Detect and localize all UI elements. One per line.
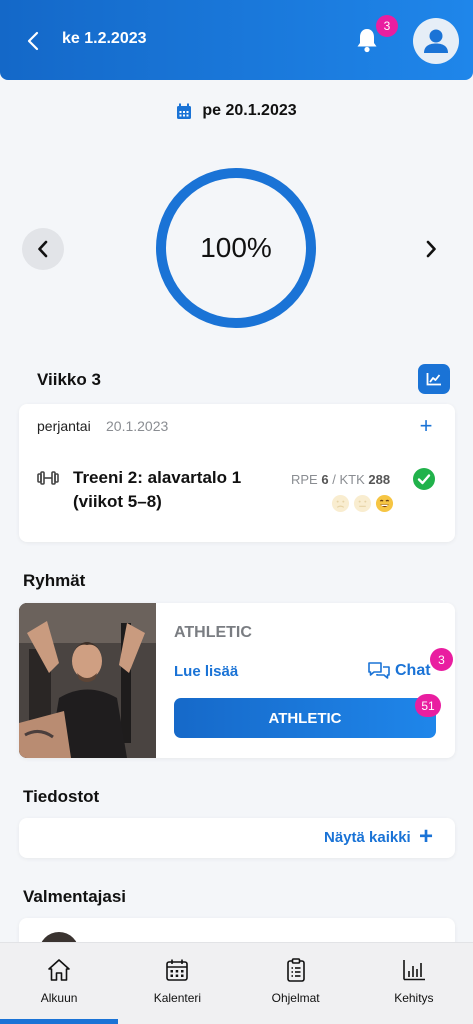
ktk-label: KTK bbox=[339, 472, 365, 487]
next-day-button[interactable] bbox=[410, 228, 452, 270]
previous-day-button[interactable] bbox=[22, 228, 64, 270]
files-card: Näytä kaikki + bbox=[19, 818, 455, 858]
mood-rating[interactable] bbox=[331, 494, 394, 513]
bar-chart-icon bbox=[403, 960, 425, 981]
header-date[interactable]: ke 1.2.2023 bbox=[62, 30, 147, 48]
line-chart-icon bbox=[426, 373, 441, 386]
rpe-label: RPE bbox=[291, 472, 318, 487]
chevron-left-icon bbox=[27, 31, 39, 51]
back-button[interactable] bbox=[22, 28, 44, 54]
group-name: ATHLETIC bbox=[174, 624, 252, 641]
nav-label-programs: Ohjelmat bbox=[271, 991, 320, 1005]
progress-percent: 100% bbox=[200, 232, 272, 263]
home-icon bbox=[48, 959, 70, 981]
selected-date-label: pe 20.1.2023 bbox=[202, 102, 297, 119]
nav-label-progress: Kehitys bbox=[394, 991, 434, 1005]
nav-label-calendar: Kalenteri bbox=[153, 991, 202, 1005]
chevron-left-icon bbox=[38, 240, 48, 258]
group-open-button[interactable]: ATHLETIC bbox=[174, 698, 436, 738]
week-title: Viikko 3 bbox=[37, 370, 101, 389]
bottom-navigation: Alkuun Kalenteri Ohjelmat Kehitys bbox=[0, 942, 473, 1024]
workout-load: RPE 6 / KTK 288 bbox=[291, 472, 390, 487]
chat-button[interactable]: Chat bbox=[367, 661, 431, 681]
chat-label: Chat bbox=[395, 662, 431, 679]
calendar-icon bbox=[166, 959, 189, 981]
calendar-icon bbox=[177, 103, 192, 119]
profile-button[interactable] bbox=[413, 18, 459, 64]
happy-face-icon[interactable] bbox=[375, 494, 394, 513]
group-image[interactable] bbox=[19, 603, 156, 758]
group-unread-badge: 51 bbox=[415, 694, 441, 717]
week-stats-button[interactable] bbox=[418, 364, 450, 394]
notification-badge: 3 bbox=[376, 15, 398, 37]
ktk-value: 288 bbox=[368, 472, 391, 487]
dumbbell-icon bbox=[37, 471, 59, 485]
add-workout-button[interactable]: + bbox=[417, 415, 435, 437]
nav-item-progress[interactable]: Kehitys bbox=[355, 943, 473, 1024]
show-all-files-link[interactable]: Näytä kaikki bbox=[324, 829, 411, 846]
plus-icon[interactable]: + bbox=[419, 825, 433, 849]
day-date: 20.1.2023 bbox=[106, 418, 169, 434]
daily-progress: 100% bbox=[154, 166, 318, 330]
sad-face-icon[interactable] bbox=[331, 494, 350, 513]
chevron-right-icon bbox=[426, 240, 436, 258]
chat-icon bbox=[368, 662, 390, 679]
user-icon bbox=[424, 29, 448, 53]
rpe-value: 6 bbox=[321, 472, 329, 487]
day-card: perjantai 20.1.2023 + Treeni 2: alavarta… bbox=[19, 404, 455, 542]
day-name: perjantai bbox=[37, 418, 91, 434]
nav-label-home: Alkuun bbox=[40, 991, 78, 1005]
selected-date[interactable]: pe 20.1.2023 bbox=[0, 100, 473, 122]
nav-item-calendar[interactable]: Kalenteri bbox=[118, 943, 236, 1024]
read-more-link[interactable]: Lue lisää bbox=[174, 663, 238, 680]
active-tab-indicator bbox=[0, 1019, 118, 1024]
app-header: ke 1.2.2023 3 bbox=[0, 0, 473, 80]
load-separator: / bbox=[332, 472, 336, 487]
files-title: Tiedostot bbox=[23, 787, 100, 806]
group-card: ATHLETIC Lue lisää Chat 3 ATHLETIC 51 bbox=[19, 603, 455, 758]
clipboard-icon bbox=[286, 958, 305, 982]
check-circle-icon bbox=[413, 468, 435, 490]
chat-badge: 3 bbox=[430, 648, 453, 671]
coaches-title: Valmentajasi bbox=[23, 887, 127, 906]
workout-title[interactable]: Treeni 2: alavartalo 1 (viikot 5–8) bbox=[73, 466, 273, 514]
neutral-face-icon[interactable] bbox=[353, 494, 372, 513]
nav-item-home[interactable]: Alkuun bbox=[0, 943, 118, 1024]
groups-title: Ryhmät bbox=[23, 571, 86, 590]
nav-item-programs[interactable]: Ohjelmat bbox=[237, 943, 355, 1024]
